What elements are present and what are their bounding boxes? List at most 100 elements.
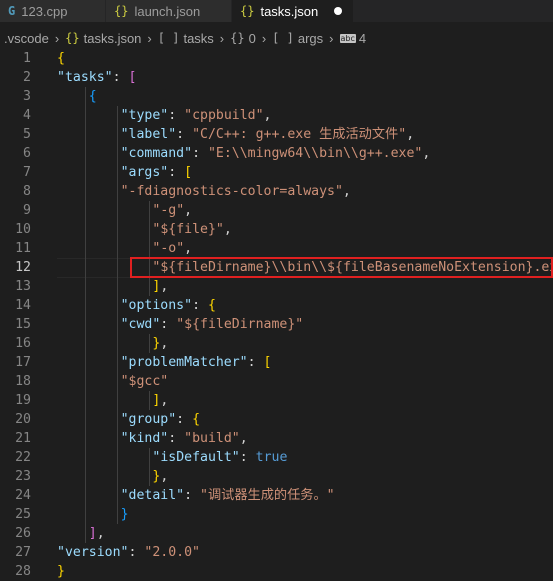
tab-label: launch.json bbox=[134, 3, 201, 19]
indent-guide bbox=[116, 201, 118, 220]
code-text: "args": [ bbox=[120, 165, 193, 180]
code-line[interactable]: 25} bbox=[0, 505, 553, 524]
code-line[interactable]: 4 "type": "cppbuild", bbox=[0, 106, 553, 125]
indent-guide bbox=[85, 448, 86, 467]
indent-guide bbox=[85, 182, 86, 201]
code-line[interactable]: 11 "-o", bbox=[0, 239, 553, 258]
json-file-icon: {} bbox=[65, 31, 80, 45]
tab-label: 123.cpp bbox=[21, 3, 68, 19]
indent-guide bbox=[85, 410, 86, 429]
indent-guide bbox=[116, 486, 118, 505]
code-text: }, bbox=[152, 469, 169, 484]
line-number: 4 bbox=[23, 108, 31, 123]
chevron-right-icon: › bbox=[329, 30, 334, 46]
indent-guide bbox=[116, 182, 118, 201]
code-text: "${file}", bbox=[152, 222, 232, 237]
code-text: { bbox=[57, 51, 65, 66]
code-line[interactable]: 10 "${file}", bbox=[0, 220, 553, 239]
code-line[interactable]: 7 "args": [ bbox=[0, 163, 553, 182]
indent-guide bbox=[85, 239, 86, 258]
code-line[interactable]: 15 "cwd": "${fileDirname}" bbox=[0, 315, 553, 334]
code-text: "options": { bbox=[120, 298, 216, 313]
breadcrumb-tasks[interactable]: [ ] tasks bbox=[158, 31, 214, 46]
code-line[interactable]: 2 "tasks": [ bbox=[0, 68, 553, 87]
line-number: 18 bbox=[15, 374, 31, 389]
array-icon: [ ] bbox=[157, 31, 180, 45]
line-number: 10 bbox=[15, 222, 31, 237]
code-text: "-o", bbox=[152, 241, 193, 256]
indent-guide bbox=[116, 144, 118, 163]
code-line[interactable]: 22 "isDefault": true bbox=[0, 448, 553, 467]
indent-guide bbox=[85, 353, 86, 372]
string-icon: abc bbox=[339, 33, 356, 43]
code-line[interactable]: 27 "version": "2.0.0" bbox=[0, 543, 553, 562]
breadcrumb-item[interactable]: abc 4 bbox=[339, 31, 366, 46]
code-line[interactable]: 5 "label": "C/C++: g++.exe 生成活动文件", bbox=[0, 125, 553, 144]
code-line[interactable]: 28} bbox=[0, 562, 553, 581]
code-line[interactable]: 8 "-fdiagnostics-color=always", bbox=[0, 182, 553, 201]
indent-guide bbox=[85, 296, 86, 315]
code-text: "command": "E:\\mingw64\\bin\\g++.exe", bbox=[120, 146, 431, 161]
indent-guide bbox=[85, 220, 86, 239]
breadcrumb-folder[interactable]: .vscode bbox=[4, 31, 49, 46]
code-text: "kind": "build", bbox=[120, 431, 248, 446]
indent-guide bbox=[148, 448, 150, 467]
code-line[interactable]: 18 "$gcc" bbox=[0, 372, 553, 391]
indent-guide bbox=[116, 505, 118, 524]
breadcrumb-index[interactable]: {} 0 bbox=[230, 31, 256, 46]
unsaved-dot-icon[interactable] bbox=[334, 7, 343, 15]
indent-guide bbox=[116, 372, 118, 391]
code-line[interactable]: 14 "options": { bbox=[0, 296, 553, 315]
line-number: 1 bbox=[23, 51, 31, 66]
tab-123-cpp[interactable]: G 123.cpp bbox=[0, 0, 106, 22]
code-text: "detail": "调试器生成的任务。" bbox=[120, 488, 335, 503]
indent-guide bbox=[116, 258, 118, 277]
code-line[interactable]: 3{ bbox=[0, 87, 553, 106]
indent-guide bbox=[148, 239, 150, 258]
indent-guide bbox=[85, 144, 86, 163]
code-line[interactable]: 21 "kind": "build", bbox=[0, 429, 553, 448]
line-number: 9 bbox=[23, 203, 31, 218]
code-text: "cwd": "${fileDirname}" bbox=[120, 317, 304, 332]
code-line[interactable]: 17 "problemMatcher": [ bbox=[0, 353, 553, 372]
line-number: 13 bbox=[15, 279, 31, 294]
indent-guide bbox=[116, 467, 118, 486]
code-line[interactable]: 24 "detail": "调试器生成的任务。" bbox=[0, 486, 553, 505]
code-text: "problemMatcher": [ bbox=[120, 355, 272, 370]
code-line[interactable]: 19], bbox=[0, 391, 553, 410]
line-number: 20 bbox=[15, 412, 31, 427]
line-number: 11 bbox=[15, 241, 31, 256]
tab-tasks-json[interactable]: {} tasks.json bbox=[232, 0, 354, 22]
indent-guide bbox=[85, 467, 86, 486]
code-text: "version": "2.0.0" bbox=[57, 545, 200, 560]
breadcrumb-file[interactable]: {} tasks.json bbox=[65, 31, 141, 46]
code-line[interactable]: 1{ bbox=[0, 49, 553, 68]
tab-launch-json[interactable]: {} launch.json bbox=[106, 0, 232, 22]
code-line[interactable]: 26], bbox=[0, 524, 553, 543]
indent-guide bbox=[116, 296, 118, 315]
indent-guide bbox=[85, 391, 86, 410]
indent-guide bbox=[116, 334, 118, 353]
breadcrumb-args[interactable]: [ ] args bbox=[272, 31, 323, 46]
code-line[interactable]: 20 "group": { bbox=[0, 410, 553, 429]
code-line[interactable]: 16}, bbox=[0, 334, 553, 353]
chevron-right-icon: › bbox=[261, 30, 267, 46]
code-line[interactable]: 13], bbox=[0, 277, 553, 296]
line-number: 24 bbox=[15, 488, 31, 503]
code-text: "${fileDirname}\\bin\\${fileBasenameNoEx… bbox=[152, 260, 553, 275]
code-editor[interactable]: 1{2 "tasks": [3{4 "type": "cppbuild", 5 "lab… bbox=[0, 49, 553, 579]
line-number: 3 bbox=[23, 89, 31, 104]
code-line[interactable]: 12 "${fileDirname}\\bin\\${fileBasenameNo… bbox=[0, 258, 553, 278]
indent-guide bbox=[148, 201, 150, 220]
indent-guide bbox=[148, 467, 150, 486]
indent-guide bbox=[116, 125, 118, 144]
code-text: "$gcc" bbox=[120, 374, 169, 389]
indent-guide bbox=[85, 334, 86, 353]
indent-guide bbox=[116, 429, 118, 448]
code-line[interactable]: 23}, bbox=[0, 467, 553, 486]
code-line[interactable]: 9 "-g", bbox=[0, 201, 553, 220]
code-line[interactable]: 6 "command": "E:\\mingw64\\bin\\g++.exe", bbox=[0, 144, 553, 163]
indent-guide bbox=[85, 106, 86, 125]
indent-guide bbox=[85, 125, 86, 144]
chevron-right-icon: › bbox=[147, 30, 152, 46]
